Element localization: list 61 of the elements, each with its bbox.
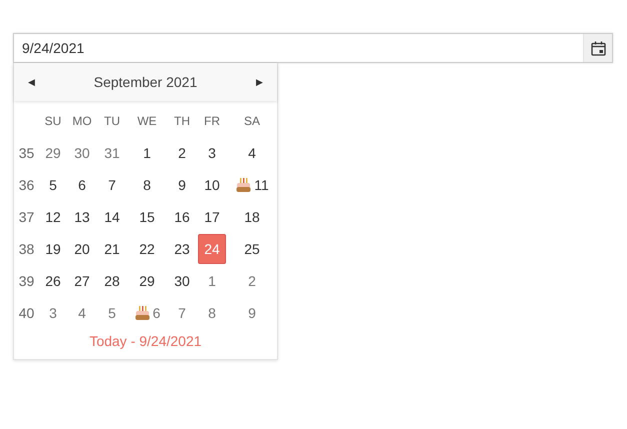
day-button[interactable]: 17 <box>198 202 226 232</box>
month-title[interactable]: September 2021 <box>94 74 198 90</box>
day-button[interactable]: 3 <box>39 298 67 328</box>
day-button[interactable]: 12 <box>39 202 67 232</box>
weekday-label: TU <box>103 113 121 130</box>
week-number: 39 <box>18 273 36 289</box>
day-button[interactable]: 19 <box>39 234 67 264</box>
day-button[interactable]: 4 <box>238 138 266 168</box>
weekday-label: FR <box>203 113 221 130</box>
day-button[interactable]: 11 <box>232 170 272 200</box>
day-button[interactable]: 14 <box>98 202 126 232</box>
day-button[interactable]: 9 <box>238 298 266 328</box>
day-button[interactable]: 5 <box>98 298 126 328</box>
day-button[interactable]: 6 <box>68 170 96 200</box>
day-button[interactable]: 23 <box>168 234 196 264</box>
previous-month-button[interactable]: ◀ <box>24 73 39 91</box>
weekday-label: SA <box>242 113 261 130</box>
day-button[interactable]: 20 <box>68 234 96 264</box>
weekday-label: MO <box>71 113 93 130</box>
day-button[interactable]: 7 <box>98 170 126 200</box>
day-button[interactable]: 3 <box>198 138 226 168</box>
day-button[interactable]: 31 <box>98 138 126 168</box>
day-button[interactable]: 8 <box>133 170 161 200</box>
day-button[interactable]: 25 <box>238 234 266 264</box>
cake-icon <box>235 176 252 194</box>
day-button[interactable]: 30 <box>168 266 196 296</box>
calendar-icon <box>590 40 606 56</box>
day-button[interactable]: 26 <box>39 266 67 296</box>
day-button[interactable]: 30 <box>68 138 96 168</box>
day-button[interactable]: 4 <box>68 298 96 328</box>
day-button[interactable]: 9 <box>168 170 196 200</box>
day-button[interactable]: 2 <box>238 266 266 296</box>
week-number: 37 <box>18 209 36 225</box>
day-button[interactable]: 29 <box>39 138 67 168</box>
weekday-label: WE <box>136 113 158 130</box>
day-button[interactable]: 1 <box>198 266 226 296</box>
day-button[interactable]: 10 <box>198 170 226 200</box>
weekday-label: SU <box>44 113 62 130</box>
week-number: 35 <box>18 145 36 161</box>
day-button[interactable]: 2 <box>168 138 196 168</box>
day-button[interactable]: 5 <box>39 170 67 200</box>
weekday-label: TH <box>173 113 191 130</box>
week-number: 36 <box>18 177 36 193</box>
cake-icon <box>134 304 151 322</box>
calendar-button[interactable] <box>583 34 612 62</box>
day-button[interactable]: 6 <box>130 298 164 328</box>
day-button[interactable]: 29 <box>133 266 161 296</box>
day-button[interactable]: 28 <box>98 266 126 296</box>
day-button[interactable]: 27 <box>68 266 96 296</box>
next-month-button[interactable]: ▶ <box>252 73 267 91</box>
day-button[interactable]: 18 <box>238 202 266 232</box>
day-button[interactable]: 13 <box>68 202 96 232</box>
day-button[interactable]: 16 <box>168 202 196 232</box>
week-number: 40 <box>18 305 36 321</box>
day-button[interactable]: 8 <box>198 298 226 328</box>
day-button[interactable]: 1 <box>133 138 161 168</box>
week-number: 38 <box>18 241 36 257</box>
day-button[interactable]: 21 <box>98 234 126 264</box>
day-button[interactable]: 7 <box>168 298 196 328</box>
day-button[interactable]: 15 <box>133 202 161 232</box>
day-button[interactable]: 22 <box>133 234 161 264</box>
